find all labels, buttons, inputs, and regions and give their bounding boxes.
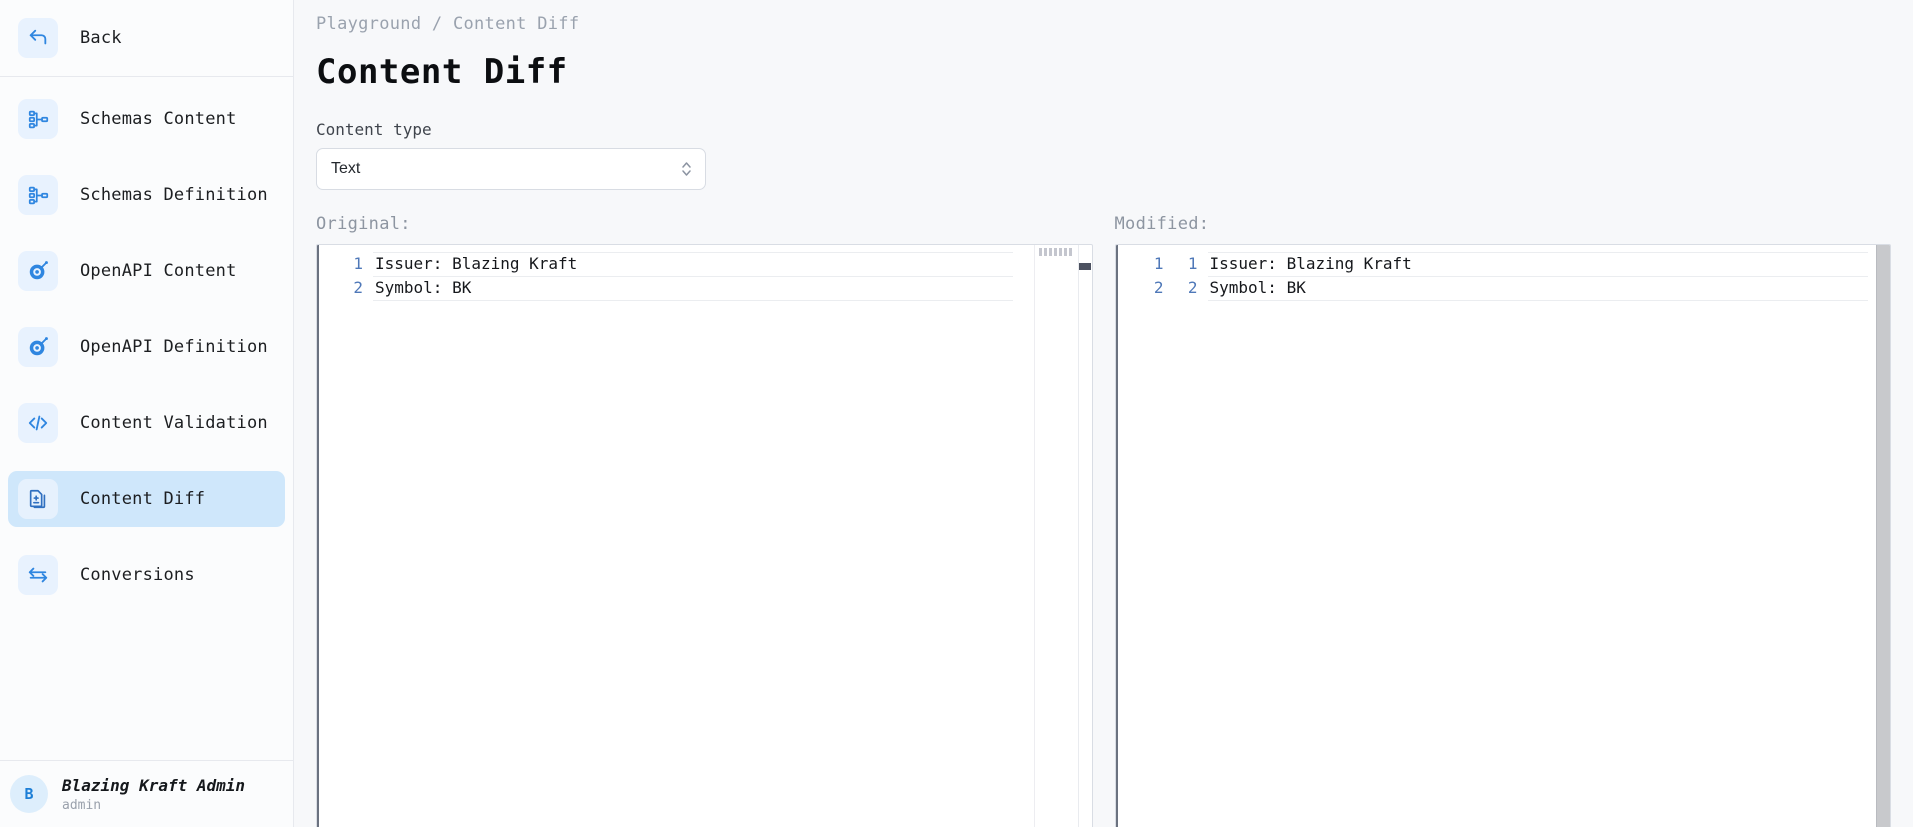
line-number: 11 — [1116, 252, 1208, 276]
modified-editor[interactable]: 11 22 Issuer: Blazing Kraft Symbol: BK — [1114, 244, 1891, 827]
sidebar-item-back[interactable]: Back — [8, 10, 285, 66]
breadcrumb: Playground / Content Diff — [316, 14, 580, 34]
vertical-scrollbar[interactable] — [1077, 245, 1092, 827]
sidebar-item-content-diff[interactable]: Content Diff — [8, 471, 285, 527]
page-title: Content Diff — [316, 52, 568, 92]
schema-tree-icon — [18, 99, 58, 139]
line-number-modified: 2 — [1187, 278, 1198, 297]
line-number-original: 1 — [1153, 254, 1164, 273]
document-diff-icon — [18, 479, 58, 519]
modified-line-numbers: 11 22 — [1115, 245, 1208, 827]
sidebar-item-label: OpenAPI Content — [80, 261, 237, 281]
app-root: Back Schemas Content Schemas Definition … — [0, 0, 1913, 827]
code-line-text: Issuer: Blazing Kraft — [375, 252, 578, 277]
original-line-numbers: 1 2 — [317, 245, 373, 827]
sidebar-item-label: Schemas Content — [80, 109, 237, 129]
code-line-text: Symbol: BK — [1209, 276, 1306, 301]
line-number-modified: 1 — [1187, 254, 1198, 273]
sidebar-item-schemas-content[interactable]: Schemas Content — [8, 91, 285, 147]
editor-left-border — [317, 245, 319, 827]
sidebar-item-conversions[interactable]: Conversions — [8, 547, 285, 603]
content-type-label: Content type — [316, 120, 432, 139]
main-content: Playground / Content Diff Content Diff C… — [294, 0, 1913, 827]
minimap[interactable] — [1033, 245, 1078, 827]
sidebar-item-openapi-content[interactable]: OpenAPI Content — [8, 243, 285, 299]
modified-code-area[interactable]: Issuer: Blazing Kraft Symbol: BK — [1207, 245, 1891, 827]
user-name: Blazing Kraft Admin — [62, 775, 246, 795]
sidebar: Back Schemas Content Schemas Definition … — [0, 0, 294, 827]
original-panel: Original: 1 2 Issuer: Blazing Kraft Symb… — [316, 214, 1093, 827]
back-arrow-icon — [18, 18, 58, 58]
sidebar-top-section: Back — [0, 0, 293, 77]
original-editor[interactable]: 1 2 Issuer: Blazing Kraft Symbol: BK — [316, 244, 1093, 827]
openapi-icon — [18, 251, 58, 291]
line-number: 22 — [1116, 276, 1208, 300]
sidebar-item-openapi-definition[interactable]: OpenAPI Definition — [8, 319, 285, 375]
diff-panels: Original: 1 2 Issuer: Blazing Kraft Symb… — [316, 214, 1891, 827]
original-code-area[interactable]: Issuer: Blazing Kraft Symbol: BK — [373, 245, 1092, 827]
vertical-scrollbar[interactable] — [1876, 245, 1890, 827]
modified-panel: Modified: 11 22 Issuer: Blazing Kraft Sy… — [1114, 214, 1891, 827]
minimap-content-marks — [1038, 248, 1073, 256]
line-number-original: 2 — [1153, 278, 1164, 297]
sidebar-item-label: Content Validation — [80, 413, 268, 433]
avatar: B — [10, 775, 48, 813]
code-line: Symbol: BK — [373, 276, 1092, 301]
content-type-select[interactable]: Text — [316, 148, 706, 190]
schema-tree-icon — [18, 175, 58, 215]
sidebar-item-label: Schemas Definition — [80, 185, 268, 205]
sidebar-item-schemas-definition[interactable]: Schemas Definition — [8, 167, 285, 223]
line-number: 2 — [353, 278, 363, 297]
scrollbar-thumb[interactable] — [1078, 263, 1091, 270]
code-line: Issuer: Blazing Kraft — [1208, 252, 1891, 277]
code-line-text: Symbol: BK — [375, 276, 472, 301]
content-type-select-wrapper: Text — [316, 148, 706, 190]
code-brackets-icon — [18, 403, 58, 443]
sidebar-item-label: Content Diff — [80, 489, 206, 509]
modified-label: Modified: — [1114, 214, 1210, 234]
line-number: 1 — [353, 254, 363, 273]
editor-left-border — [1115, 245, 1118, 827]
swap-arrows-icon — [18, 555, 58, 595]
code-line: Symbol: BK — [1208, 276, 1891, 301]
user-info: Blazing Kraft Admin admin — [62, 776, 245, 813]
sidebar-item-label: Conversions — [80, 565, 195, 585]
content-type-value: Text — [331, 160, 361, 177]
code-line: Issuer: Blazing Kraft — [373, 252, 1092, 277]
code-line-text: Issuer: Blazing Kraft — [1209, 252, 1412, 277]
sidebar-nav-list: Schemas Content Schemas Definition OpenA… — [0, 77, 293, 760]
original-label: Original: — [316, 214, 411, 234]
sidebar-item-label-back: Back — [80, 28, 122, 48]
openapi-icon — [18, 327, 58, 367]
user-profile[interactable]: B Blazing Kraft Admin admin — [0, 760, 293, 827]
user-role: admin — [62, 797, 102, 813]
sidebar-item-content-validation[interactable]: Content Validation — [8, 395, 285, 451]
sidebar-item-label: OpenAPI Definition — [80, 337, 268, 357]
